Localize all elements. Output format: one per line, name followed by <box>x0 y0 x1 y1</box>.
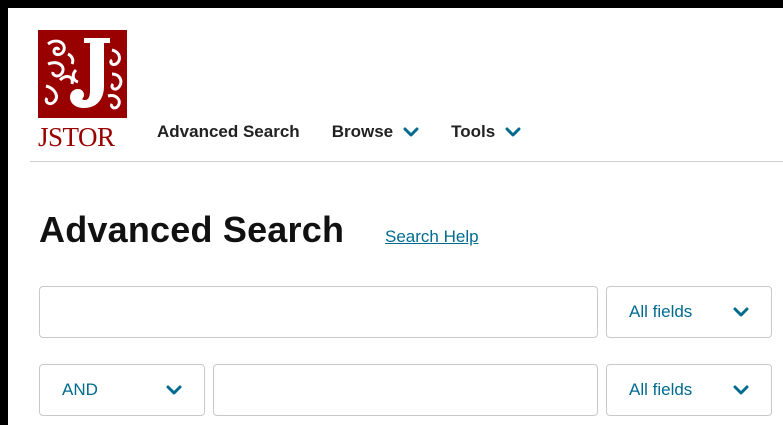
search-query-input-1[interactable] <box>39 286 598 338</box>
nav-advanced-search-label: Advanced Search <box>157 122 300 141</box>
jstor-logo[interactable]: JSTOR <box>38 30 128 160</box>
window-frame-top <box>0 0 783 8</box>
field-select-1[interactable]: All fields <box>606 286 772 338</box>
chevron-down-icon <box>733 385 749 395</box>
main-nav: Advanced Search Browse Tools <box>157 121 553 143</box>
jstor-logo-mark <box>38 30 127 118</box>
chevron-down-icon <box>166 385 182 395</box>
page-title: Advanced Search <box>39 209 345 250</box>
field-select-2-value: All fields <box>629 380 693 399</box>
nav-browse-label: Browse <box>331 122 394 141</box>
search-help-link[interactable]: Search Help <box>385 227 479 247</box>
nav-advanced-search[interactable]: Advanced Search <box>157 122 300 142</box>
nav-divider <box>30 161 783 162</box>
operator-select-2-value: AND <box>62 380 98 399</box>
nav-browse[interactable]: Browse <box>332 122 419 142</box>
search-query-input-2[interactable] <box>213 364 598 416</box>
field-select-2[interactable]: All fields <box>606 364 772 416</box>
nav-tools-label: Tools <box>451 122 496 141</box>
chevron-down-icon <box>505 127 521 137</box>
chevron-down-icon <box>733 307 749 317</box>
jstor-logo-text: JSTOR <box>38 122 115 152</box>
field-select-1-value: All fields <box>629 302 693 321</box>
operator-select-2[interactable]: AND <box>39 364 205 416</box>
chevron-down-icon <box>403 127 419 137</box>
nav-tools[interactable]: Tools <box>451 122 521 142</box>
window-frame-left <box>0 0 8 425</box>
